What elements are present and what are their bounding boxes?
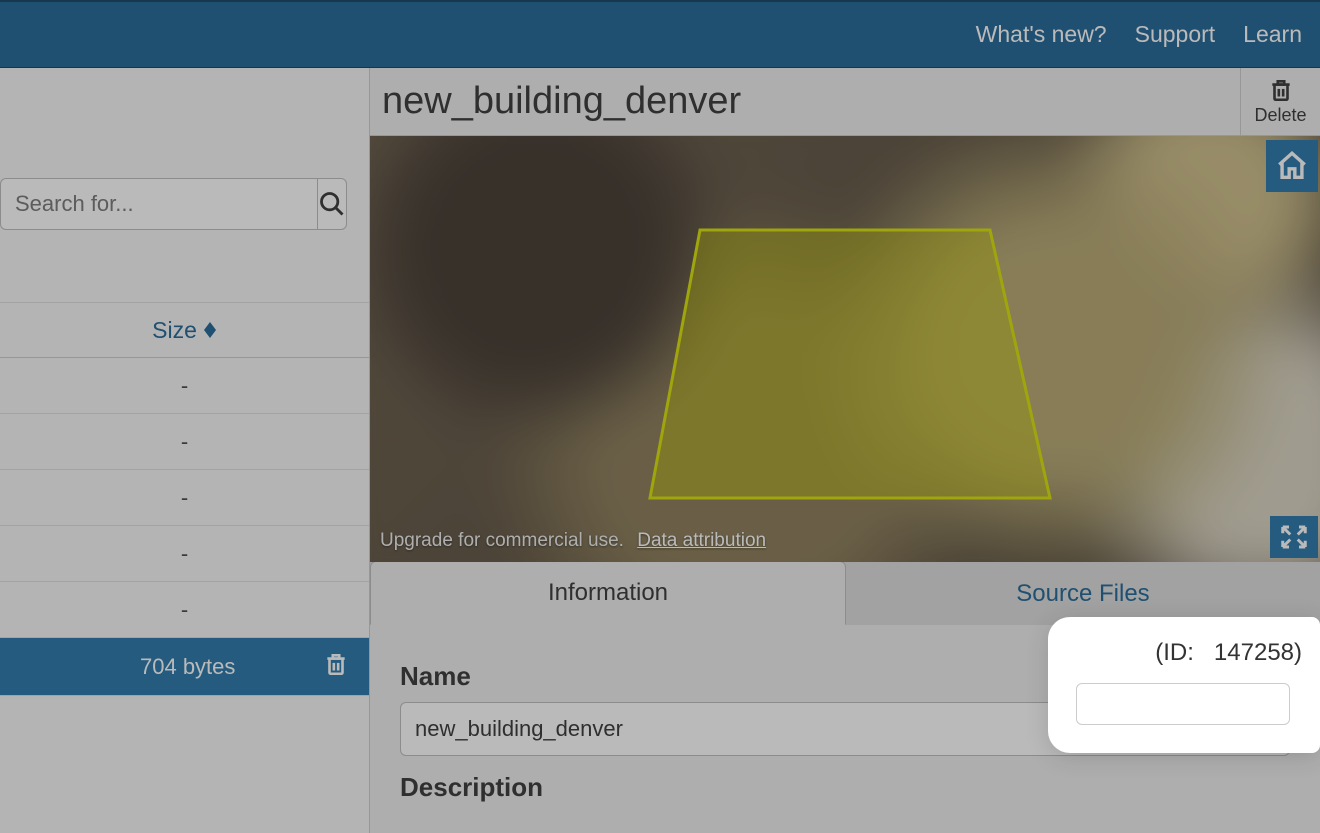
map-preview[interactable]: Upgrade for commercial use. Data attribu…	[370, 136, 1320, 562]
data-attribution-link[interactable]: Data attribution	[637, 530, 766, 551]
delete-button[interactable]: Delete	[1240, 68, 1320, 136]
name-field-highlight-slice	[1076, 683, 1290, 725]
table-row[interactable]: -	[0, 414, 369, 470]
trash-icon	[1268, 77, 1294, 103]
description-label: Description	[400, 772, 1290, 803]
size-cell: -	[181, 429, 188, 455]
nav-learn[interactable]: Learn	[1243, 21, 1302, 48]
nav-whats-new[interactable]: What's new?	[976, 21, 1107, 48]
table-row[interactable]: -	[0, 358, 369, 414]
fullscreen-button[interactable]	[1270, 516, 1318, 558]
tabs: Information Source Files	[370, 562, 1320, 625]
size-cell: -	[181, 597, 188, 623]
home-view-button[interactable]	[1266, 140, 1318, 192]
home-icon	[1275, 149, 1309, 183]
size-cell: 704 bytes	[140, 654, 235, 680]
footprint-polygon	[370, 136, 1320, 562]
tab-label: Information	[548, 579, 668, 607]
top-nav-bar: What's new? Support Learn	[0, 0, 1320, 68]
table-row[interactable]: -	[0, 582, 369, 638]
expand-icon	[1279, 523, 1309, 551]
tab-information[interactable]: Information	[370, 561, 846, 625]
search-icon	[318, 190, 346, 218]
sort-icon	[203, 322, 217, 338]
table-row[interactable]: -	[0, 470, 369, 526]
size-header-label: Size	[152, 317, 197, 344]
search-button[interactable]	[317, 178, 347, 230]
upgrade-text: Upgrade for commercial use.	[380, 530, 624, 551]
size-cell: -	[181, 485, 188, 511]
tab-label: Source Files	[1016, 580, 1149, 608]
map-footer: Upgrade for commercial use. Data attribu…	[380, 530, 766, 552]
tab-source-files[interactable]: Source Files	[846, 562, 1320, 625]
search-input[interactable]	[0, 178, 317, 230]
id-label: (ID:	[1155, 639, 1194, 666]
trash-icon	[323, 650, 349, 678]
column-header-size[interactable]: Size	[0, 302, 369, 358]
row-delete-button[interactable]	[323, 650, 349, 684]
size-cell: -	[181, 541, 188, 567]
size-cell: -	[181, 373, 188, 399]
table-row[interactable]: -	[0, 526, 369, 582]
table-row-selected[interactable]: 704 bytes	[0, 638, 369, 696]
page-title: new_building_denver	[370, 80, 1240, 123]
nav-support[interactable]: Support	[1135, 21, 1216, 48]
id-value: 147258)	[1214, 639, 1302, 666]
left-panel: Size - - - - - 704 bytes	[0, 68, 370, 833]
delete-label: Delete	[1254, 105, 1306, 126]
id-highlight-callout: (ID: 147258)	[1048, 617, 1320, 753]
title-bar: new_building_denver Delete	[370, 68, 1320, 136]
